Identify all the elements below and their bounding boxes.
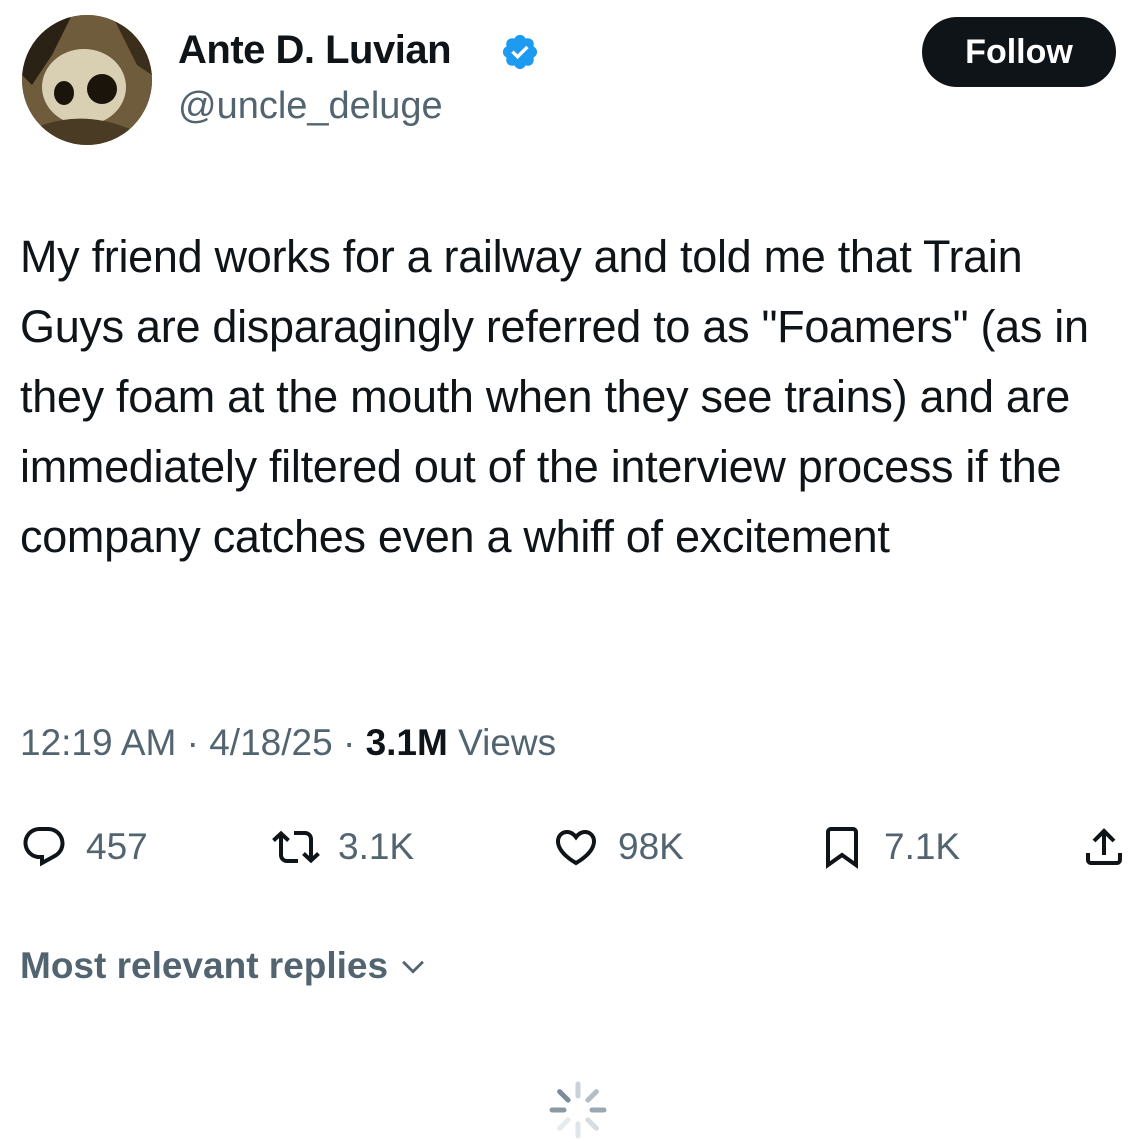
tweet-time[interactable]: 12:19 AM (20, 722, 176, 763)
author-avatar[interactable] (22, 15, 152, 145)
author-display-name[interactable]: Ante D. Luvian (178, 28, 452, 73)
tweet-actions: 457 3.1K 98K 7.1K (0, 812, 1137, 882)
heart-icon (555, 830, 597, 866)
like-count: 98K (618, 826, 684, 867)
repost-button[interactable]: 3.1K (272, 812, 414, 882)
share-button[interactable] (1080, 812, 1128, 882)
follow-button[interactable]: Follow (922, 17, 1116, 87)
like-button[interactable]: 98K (552, 812, 684, 882)
share-icon (1086, 828, 1122, 865)
bookmark-button[interactable]: 7.1K (818, 812, 960, 882)
replies-sort-label: Most relevant replies (20, 945, 389, 986)
tweet-date[interactable]: 4/18/25 (209, 722, 332, 763)
repost-count: 3.1K (338, 826, 415, 867)
tweet-text: My friend works for a railway and told m… (20, 231, 1101, 562)
tweet-meta: 12:19 AM · 4/18/25 · 3.1M Views (20, 722, 556, 764)
meta-separator: · (342, 722, 356, 763)
loading-spinner-icon (549, 1081, 607, 1139)
author-handle[interactable]: @uncle_deluge (178, 85, 443, 128)
verified-badge-icon[interactable] (500, 32, 540, 72)
views-count: 3.1M (365, 722, 448, 763)
chevron-down-icon (402, 960, 425, 974)
bookmark-icon (826, 827, 858, 869)
repost-icon (272, 830, 320, 864)
replies-sort-dropdown[interactable]: Most relevant replies (20, 945, 430, 987)
reply-button[interactable]: 457 (20, 812, 148, 882)
reply-icon (23, 827, 65, 867)
masked-figure-avatar-image (22, 15, 152, 145)
reply-count: 457 (86, 826, 148, 867)
bookmark-count: 7.1K (884, 826, 961, 867)
meta-separator: · (186, 722, 199, 763)
views-label: Views (458, 722, 557, 763)
